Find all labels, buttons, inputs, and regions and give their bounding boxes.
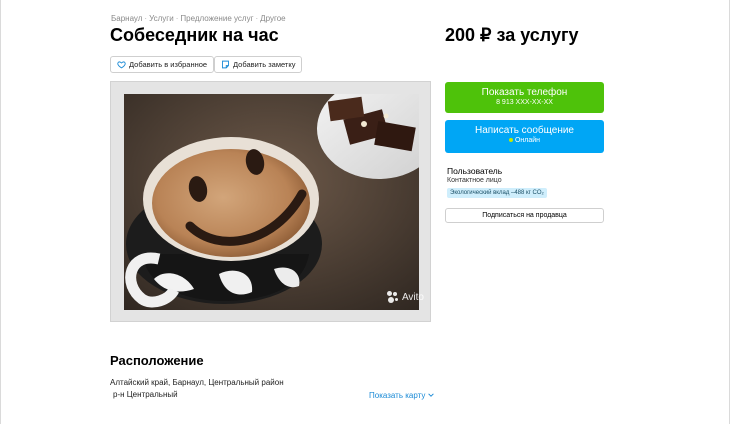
heart-icon (117, 60, 126, 69)
eco-badge[interactable]: Экологический вклад –488 кг CO₂ (447, 188, 547, 198)
show-map-label: Показать карту (369, 391, 426, 400)
left-border (0, 0, 1, 424)
photo-gallery[interactable]: Avito (110, 81, 431, 322)
avito-logo-icon (386, 291, 399, 303)
add-note-button[interactable]: Добавить заметку (214, 56, 303, 73)
price: 200 ₽ за услугу (445, 25, 579, 45)
avito-watermark-text: Avito (401, 291, 424, 303)
note-icon (221, 60, 230, 69)
subscribe-seller-button[interactable]: Подписаться на продавца (445, 208, 604, 223)
add-to-favorites-button[interactable]: Добавить в избранное (110, 56, 215, 73)
write-message-button[interactable]: Написать сообщение Онлайн (445, 120, 604, 153)
location-address: Алтайский край, Барнаул, Центральный рай… (110, 378, 284, 387)
chevron-down-icon (427, 391, 434, 400)
online-status-text: Онлайн (514, 137, 541, 144)
show-phone-label: Показать телефон (481, 87, 568, 98)
listing-photo[interactable] (124, 94, 419, 310)
add-to-favorites-label: Добавить в избранное (129, 60, 208, 69)
location-title: Расположение (110, 353, 204, 368)
breadcrumb-item-city[interactable]: Барнаул (111, 14, 142, 23)
seller-name[interactable]: Пользователь (447, 166, 502, 176)
masked-phone: 8 913 XXX-XX-XX (496, 99, 553, 106)
seller-role: Контактное лицо (447, 177, 502, 184)
online-status: Онлайн (445, 137, 604, 144)
breadcrumb-item-offers[interactable]: Предложение услуг (180, 14, 253, 23)
breadcrumb: Барнаул · Услуги · Предложение услуг · Другое (111, 14, 286, 23)
add-note-label: Добавить заметку (233, 60, 296, 69)
breadcrumb-item-other[interactable]: Другое (260, 14, 285, 23)
breadcrumb-item-services[interactable]: Услуги (149, 14, 174, 23)
location-district: р-н Центральный (113, 390, 178, 399)
online-dot-icon (508, 138, 513, 143)
avito-watermark: Avito (386, 291, 424, 303)
show-phone-button[interactable]: Показать телефон 8 913 XXX-XX-XX (445, 82, 604, 113)
page-title: Собеседник на час (110, 25, 279, 45)
show-map-link[interactable]: Показать карту (369, 391, 434, 400)
write-message-label: Написать сообщение (474, 125, 574, 136)
